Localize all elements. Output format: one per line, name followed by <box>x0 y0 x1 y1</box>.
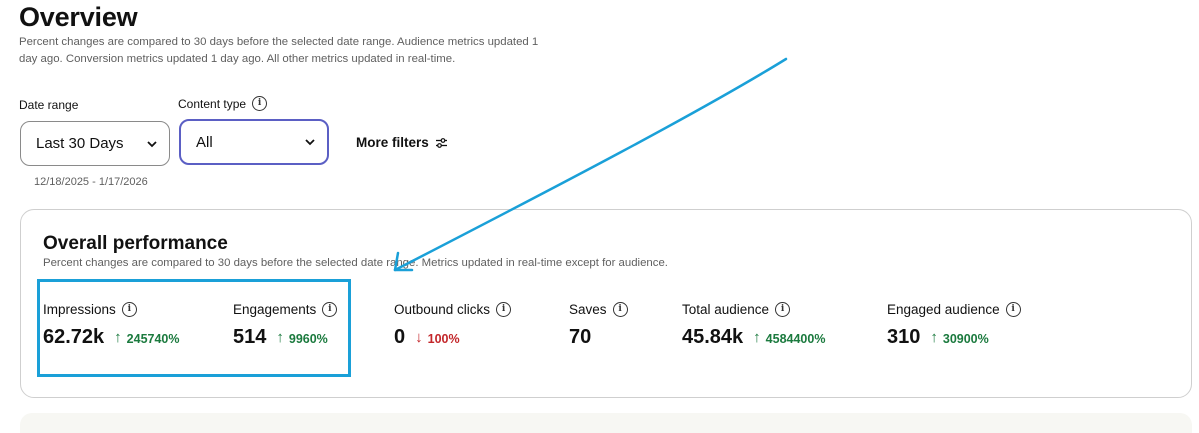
metric-label-text: Engaged audience <box>887 301 1000 317</box>
next-card-edge <box>20 413 1192 433</box>
metric-value-row: 45.84k ↑ 4584400% <box>682 326 825 349</box>
date-range-label: Date range <box>19 98 79 112</box>
content-type-value: All <box>196 133 213 151</box>
metric-label-text: Saves <box>569 301 607 317</box>
chevron-down-icon <box>305 139 315 146</box>
page-subtitle: Percent changes are compared to 30 days … <box>19 36 539 65</box>
metric-value-row: 70 <box>569 326 628 349</box>
metric-change: ↑ 4584400% <box>753 329 826 347</box>
info-icon[interactable]: i <box>612 301 628 317</box>
card-subtitle: Percent changes are compared to 30 days … <box>43 257 668 269</box>
content-type-select[interactable]: All <box>179 119 329 165</box>
metric-total-audience: Total audience i 45.84k ↑ 4584400% <box>682 300 825 349</box>
metric-label-text: Total audience <box>682 301 770 317</box>
metric-label: Total audience i <box>682 300 825 318</box>
card-title: Overall performance <box>43 233 228 254</box>
info-icon[interactable]: i <box>1005 301 1021 317</box>
more-filters-label: More filters <box>356 135 429 150</box>
sliders-icon <box>435 137 447 148</box>
metric-value-row: 0 ↓ 100% <box>394 326 511 349</box>
metric-engaged-audience: Engaged audience i 310 ↑ 30900% <box>887 300 1021 349</box>
annotation-highlight-box <box>37 279 351 377</box>
arrow-down-icon: ↓ <box>415 329 423 346</box>
metric-change-value: 30900% <box>942 331 989 346</box>
arrow-up-icon: ↑ <box>753 329 761 346</box>
metric-value-row: 310 ↑ 30900% <box>887 326 1021 349</box>
more-filters-button[interactable]: More filters <box>356 135 448 150</box>
content-type-label: Content type <box>178 96 247 111</box>
chevron-down-icon <box>147 140 157 147</box>
arrow-up-icon: ↑ <box>930 329 938 346</box>
metric-outbound-clicks: Outbound clicks i 0 ↓ 100% <box>394 300 512 349</box>
date-range-text: 12/18/2025 - 1/17/2026 <box>34 176 148 188</box>
info-icon[interactable]: i <box>775 301 791 317</box>
page-title: Overview <box>19 2 138 32</box>
metric-change: ↓ 100% <box>415 329 460 347</box>
metric-label-text: Outbound clicks <box>394 301 491 317</box>
date-range-value: Last 30 Days <box>36 135 124 152</box>
metric-label: Saves i <box>569 300 628 318</box>
info-icon[interactable]: i <box>252 96 268 111</box>
content-type-label-wrap: Content type i <box>178 96 268 111</box>
metric-label: Engaged audience i <box>887 300 1021 318</box>
metric-value: 0 <box>394 326 406 348</box>
metric-saves: Saves i 70 <box>569 300 628 349</box>
metric-value: 70 <box>569 326 592 348</box>
metric-value: 310 <box>887 326 921 348</box>
metric-change-value: 100% <box>427 331 460 346</box>
metric-value: 45.84k <box>682 326 744 348</box>
metric-change: ↑ 30900% <box>930 329 989 347</box>
info-icon[interactable]: i <box>496 301 512 317</box>
metric-change-value: 4584400% <box>765 331 826 346</box>
metric-label: Outbound clicks i <box>394 300 512 318</box>
date-range-select[interactable]: Last 30 Days <box>20 121 170 166</box>
